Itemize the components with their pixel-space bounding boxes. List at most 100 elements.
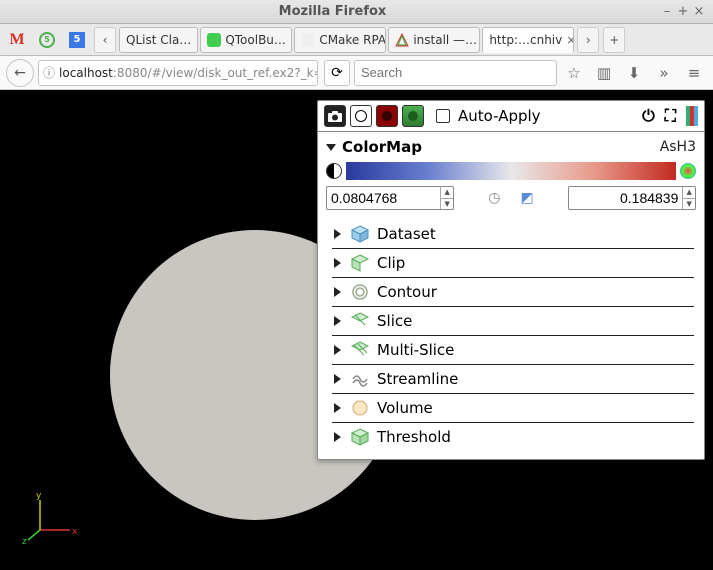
volume-icon — [351, 399, 369, 417]
triangle-icon — [395, 33, 409, 47]
browser-tabstrip: M 5 5 ‹ QList Cla… QToolBu… CMake RPAT… … — [0, 24, 713, 56]
palette-icon[interactable] — [680, 163, 696, 179]
filter-slice[interactable]: Slice — [332, 307, 694, 336]
tab-qlist[interactable]: QList Cla… — [119, 27, 198, 53]
info-icon[interactable]: ⓘ — [43, 64, 55, 81]
record-button[interactable] — [376, 105, 398, 127]
tab-install[interactable]: install —… — [388, 27, 480, 53]
colormap-header[interactable]: ColorMap AsH3 — [326, 138, 696, 156]
filter-list: Dataset Clip Contour Slice Multi-Slice — [332, 220, 694, 451]
back-button[interactable]: ← — [6, 59, 34, 87]
panel-toolbar: Auto-Apply ⏻ ⛶ — [318, 101, 704, 132]
filter-threshold[interactable]: Threshold — [332, 423, 694, 451]
contour-icon — [351, 283, 369, 301]
filter-label: Dataset — [377, 225, 436, 243]
filter-label: Clip — [377, 254, 405, 272]
expand-icon[interactable]: ⛶ — [665, 106, 676, 126]
control-panel: Auto-Apply ⏻ ⛶ ColorMap AsH3 ▲ — [317, 100, 705, 460]
svg-text:z: z — [22, 537, 27, 547]
range-max-input[interactable]: ▲▼ — [568, 186, 696, 210]
slice-icon — [351, 312, 369, 330]
tab-label: http:…cnhiv — [489, 33, 562, 47]
reader-icon[interactable]: ▥ — [591, 64, 617, 82]
color-gradient-bar[interactable] — [346, 162, 676, 180]
tab-cmake[interactable]: CMake RPAT… — [294, 27, 386, 53]
url-host: localhost — [59, 66, 113, 80]
tab-qtoolbu[interactable]: QToolBu… — [200, 27, 292, 53]
collapse-triangle-icon — [334, 316, 341, 326]
filter-label: Threshold — [377, 428, 451, 446]
auto-apply-checkbox[interactable] — [436, 109, 450, 123]
search-input[interactable] — [354, 60, 557, 86]
close-window-button[interactable]: × — [691, 4, 707, 19]
collapse-triangle-icon — [334, 229, 341, 239]
colormap-value: AsH3 — [660, 139, 696, 155]
page-icon — [301, 33, 315, 47]
colormap-title: ColorMap — [342, 138, 660, 156]
maximize-button[interactable]: + — [675, 4, 691, 19]
tab-scroll-left[interactable]: ‹ — [94, 27, 116, 53]
filter-dataset[interactable]: Dataset — [332, 220, 694, 249]
filter-volume[interactable]: Volume — [332, 394, 694, 423]
tab-scroll-right[interactable]: › — [577, 27, 599, 53]
close-tab-icon[interactable]: × — [566, 33, 574, 47]
reload-button[interactable]: ⟳ — [324, 60, 350, 86]
svg-text:y: y — [36, 491, 42, 501]
collapse-triangle-icon — [334, 258, 341, 268]
overflow-icon[interactable]: » — [651, 64, 677, 82]
new-tab-button[interactable]: + — [603, 27, 625, 53]
streamline-icon — [351, 370, 369, 388]
render-viewport[interactable]: x y z Auto-Apply ⏻ ⛶ ColorMap — [0, 90, 713, 570]
window-title: Mozilla Firefox — [6, 4, 659, 19]
range-min-field[interactable] — [327, 190, 440, 206]
app-logo-icon — [686, 106, 698, 126]
tab-label: CMake RPAT… — [319, 33, 386, 47]
expand-triangle-icon — [326, 144, 336, 151]
clip-icon — [351, 254, 369, 272]
filter-label: Multi-Slice — [377, 341, 454, 359]
filter-multislice[interactable]: Multi-Slice — [332, 336, 694, 365]
auto-apply-label: Auto-Apply — [458, 107, 541, 125]
gmail-icon[interactable]: M — [3, 26, 31, 54]
qt-icon — [207, 33, 221, 47]
range-max-field[interactable] — [569, 190, 682, 206]
play-button[interactable] — [402, 105, 424, 127]
blue-square-icon[interactable]: 5 — [63, 26, 91, 54]
power-icon[interactable]: ⏻ — [642, 106, 655, 126]
collapse-triangle-icon — [334, 287, 341, 297]
browser-toolbar: ← ⓘ localhost :8080 /#/view/disk_out_ref… — [0, 56, 713, 90]
circle-app-icon[interactable]: 5 — [33, 26, 61, 54]
collapse-triangle-icon — [334, 345, 341, 355]
downloads-icon[interactable]: ⬇ — [621, 64, 647, 82]
contrast-icon[interactable] — [326, 163, 342, 179]
tab-active[interactable]: http:…cnhiv × — [482, 27, 574, 53]
spinner-icon[interactable]: ▲▼ — [682, 187, 695, 209]
minimize-button[interactable]: – — [659, 4, 675, 19]
svg-text:x: x — [72, 527, 78, 537]
menu-icon[interactable]: ≡ — [681, 64, 707, 82]
bookmark-star-icon[interactable]: ☆ — [561, 64, 587, 82]
filter-label: Slice — [377, 312, 412, 330]
colormap-section: ColorMap AsH3 ▲▼ ◷ ◩ ▲▼ — [318, 132, 704, 216]
spinner-icon[interactable]: ▲▼ — [440, 187, 453, 209]
window-titlebar: Mozilla Firefox – + × — [0, 0, 713, 24]
filter-contour[interactable]: Contour — [332, 278, 694, 307]
tab-label: install —… — [413, 33, 477, 47]
collapse-triangle-icon — [334, 432, 341, 442]
collapse-triangle-icon — [334, 403, 341, 413]
screenshot-button[interactable] — [324, 105, 346, 127]
url-path: /#/view/disk_out_ref.ex2?_k=uc — [147, 66, 318, 80]
cube-mini-icon[interactable]: ◩ — [520, 190, 533, 206]
tab-label: QToolBu… — [225, 33, 286, 47]
white-bg-button[interactable] — [350, 105, 372, 127]
time-icon[interactable]: ◷ — [488, 190, 500, 206]
range-min-input[interactable]: ▲▼ — [326, 186, 454, 210]
threshold-icon — [351, 428, 369, 446]
filter-clip[interactable]: Clip — [332, 249, 694, 278]
address-bar[interactable]: ⓘ localhost :8080 /#/view/disk_out_ref.e… — [38, 60, 318, 86]
filter-label: Streamline — [377, 370, 458, 388]
multi-slice-icon — [351, 341, 369, 359]
collapse-triangle-icon — [334, 374, 341, 384]
filter-streamline[interactable]: Streamline — [332, 365, 694, 394]
filter-label: Contour — [377, 283, 437, 301]
